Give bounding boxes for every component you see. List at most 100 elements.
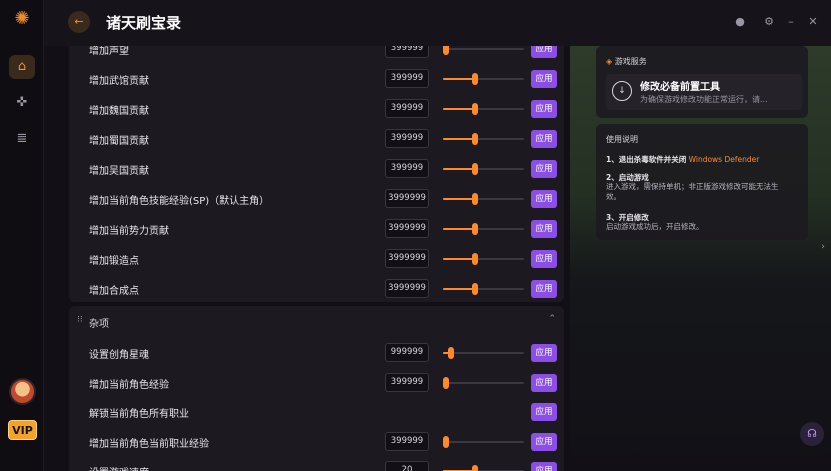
apply-button[interactable]: 应用 [531,190,557,208]
sidebar-item-library[interactable]: ≣ [9,127,35,151]
apply-button[interactable]: 应用 [531,373,557,392]
value-input[interactable]: 399999 [385,129,429,148]
value-input[interactable]: 3999999 [385,279,429,298]
value-slider[interactable] [443,253,524,265]
apply-button[interactable]: 应用 [531,462,557,471]
value-slider[interactable] [443,347,524,359]
slider-thumb[interactable] [472,163,479,175]
home-icon: ⌂ [17,59,27,74]
value-slider[interactable] [443,193,524,205]
sidebar-item-home[interactable]: ⌂ [9,55,35,79]
value-input[interactable]: 399999 [385,372,429,392]
cheat-row: 增加合成点 3999999 应用 [69,274,564,304]
slider-thumb[interactable] [443,435,449,448]
slider-thumb[interactable] [443,46,449,55]
cheat-row: 增加蜀国贡献 399999 应用 [69,124,564,154]
slider-fill [443,108,476,110]
app-title: 诸天刷宝录 [106,14,182,32]
circle-icon: ● [735,15,745,28]
cheat-label: 增加声望 [89,46,129,57]
apply-button[interactable]: 应用 [531,432,557,451]
game-service-card: ◈ 游戏服务 ↓ 修改必备前置工具 为确保游戏修改功能正常运行，请... [596,46,808,118]
apply-button[interactable]: 应用 [531,403,557,421]
cheat-label: 增加锻造点 [89,256,139,267]
close-button[interactable]: ✕ [805,14,821,30]
slider-thumb[interactable] [472,193,479,205]
cheat-row: 增加当前势力贡献 3999999 应用 [69,214,564,244]
apply-button[interactable]: 应用 [531,220,557,238]
theme-toggle-button[interactable]: ● [732,14,748,30]
slider-thumb[interactable] [472,73,479,85]
value-slider[interactable] [443,223,524,235]
slider-thumb[interactable] [472,253,479,265]
settings-button[interactable]: ⚙ [761,14,777,30]
apply-button[interactable]: 应用 [531,100,557,118]
apply-button[interactable]: 应用 [531,46,557,58]
cheat-label: 设置游戏速度 [89,464,149,471]
apply-button[interactable]: 应用 [531,280,557,298]
slider-thumb[interactable] [472,283,479,295]
value-slider[interactable] [443,376,524,389]
value-slider[interactable] [443,163,524,175]
section-header-misc[interactable]: ⁝⁝ 杂项 ⌃ [69,306,564,336]
prerequisite-tool-button[interactable]: ↓ 修改必备前置工具 为确保游戏修改功能正常运行，请... [606,74,802,110]
cheat-label: 增加武馆贡献 [89,76,149,87]
slider-thumb[interactable] [472,133,479,145]
slider-fill [443,138,476,140]
gamepad-icon: ✜ [16,95,28,110]
cheat-label: 增加当前角色技能经验(SP)（默认主角） [89,196,270,207]
slider-thumb[interactable] [472,465,479,471]
sidebar-item-games[interactable]: ✜ [9,91,35,115]
value-slider[interactable] [443,283,524,295]
section-misc: ⁝⁝ 杂项 ⌃ 设置创角星魂 999999 应用 增加当前角色经验 399999 应用 解锁… [69,306,564,471]
apply-button[interactable]: 应用 [531,130,557,148]
chevron-up-icon[interactable]: ⌃ [548,314,556,324]
value-slider[interactable] [443,73,524,85]
avatar[interactable] [9,378,36,405]
value-slider[interactable] [443,133,524,145]
cheat-label: 增加合成点 [89,286,139,297]
slider-thumb[interactable] [472,223,479,235]
minimize-button[interactable]: – [783,14,799,30]
value-slider[interactable] [443,46,524,55]
support-button[interactable]: ☊ [800,422,824,446]
apply-button[interactable]: 应用 [531,344,557,362]
slider-fill [443,78,476,80]
value-input[interactable]: 399999 [385,69,429,88]
value-slider[interactable] [443,435,524,448]
value-input[interactable]: 399999 [385,46,429,58]
usage-card: 使用说明 1、退出杀毒软件并关闭 Windows Defender 2、启动游戏… [596,124,808,240]
cheat-row: 解锁当前角色所有职业 应用 [69,397,564,427]
slider-thumb[interactable] [472,103,479,115]
cheat-row: 增加锻造点 3999999 应用 [69,244,564,274]
chevron-right-icon[interactable]: › [817,238,829,256]
back-button[interactable]: ← [68,11,90,33]
service-icon: ◈ [606,57,613,66]
cheat-row: 设置游戏速度 20 应用 [69,456,564,471]
cheat-row: 增加吴国贡献 399999 应用 [69,154,564,184]
apply-button[interactable]: 应用 [531,160,557,178]
value-input[interactable]: 399999 [385,99,429,118]
vip-badge[interactable]: VIP [8,420,37,440]
value-input[interactable]: 399999 [385,159,429,178]
slider-fill [443,288,476,290]
headset-icon: ☊ [807,427,817,440]
tool-title: 修改必备前置工具 [640,82,720,93]
value-slider[interactable] [443,103,524,115]
value-input[interactable]: 399999 [385,431,429,451]
section-title: 杂项 [89,319,109,330]
value-input[interactable]: 20 [385,461,429,471]
value-input[interactable]: 3999999 [385,249,429,268]
slider-fill [443,168,476,170]
value-input[interactable]: 3999999 [385,219,429,238]
cheat-label: 增加蜀国贡献 [89,136,149,147]
cheat-label: 增加魏国贡献 [89,106,149,117]
apply-button[interactable]: 应用 [531,250,557,268]
slider-thumb[interactable] [448,347,455,359]
value-input[interactable]: 999999 [385,343,429,362]
apply-button[interactable]: 应用 [531,70,557,88]
value-input[interactable]: 3999999 [385,189,429,208]
slider-thumb[interactable] [443,376,449,389]
usage-title: 使用说明 [606,135,638,144]
top-bar: ← 诸天刷宝录 ● ⚙ – ✕ [44,0,831,46]
